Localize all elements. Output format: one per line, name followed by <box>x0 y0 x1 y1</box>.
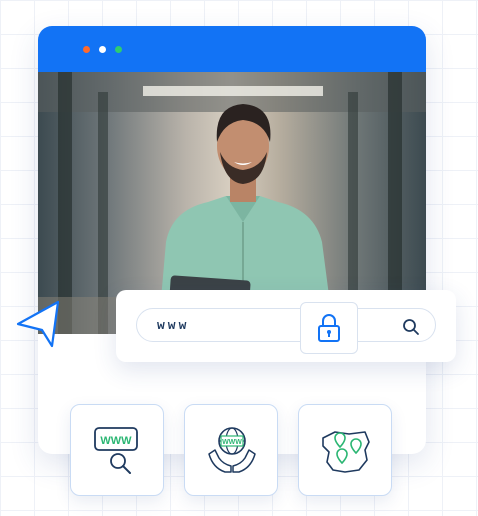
pointer-arrow-icon <box>16 300 60 348</box>
www-search-icon-label: WWW <box>100 435 132 447</box>
feature-tile-map[interactable] <box>298 404 392 496</box>
lock-button[interactable] <box>300 302 358 354</box>
globe-hands-icon: WWW <box>208 427 256 473</box>
address-bar-text: www <box>157 318 190 333</box>
globe-icon-label: WWW <box>222 439 242 446</box>
address-bar[interactable]: www <box>136 308 436 342</box>
browser-title-bar <box>38 26 426 72</box>
window-dot-white-icon[interactable] <box>99 46 106 53</box>
feature-tile-www-search[interactable]: WWW <box>70 404 164 496</box>
window-dot-green-icon[interactable] <box>115 46 122 53</box>
map-pins-icon <box>322 431 370 473</box>
feature-tile-globe[interactable]: WWW <box>184 404 278 496</box>
window-dot-orange-icon[interactable] <box>83 46 90 53</box>
browser-window <box>38 26 426 454</box>
magnifier-icon[interactable] <box>402 318 420 336</box>
padlock-icon <box>318 314 340 342</box>
www-search-icon: WWW <box>94 427 138 474</box>
address-bar-panel: www <box>116 290 456 362</box>
door-frame-left <box>58 72 72 334</box>
ceiling-light <box>143 86 323 96</box>
